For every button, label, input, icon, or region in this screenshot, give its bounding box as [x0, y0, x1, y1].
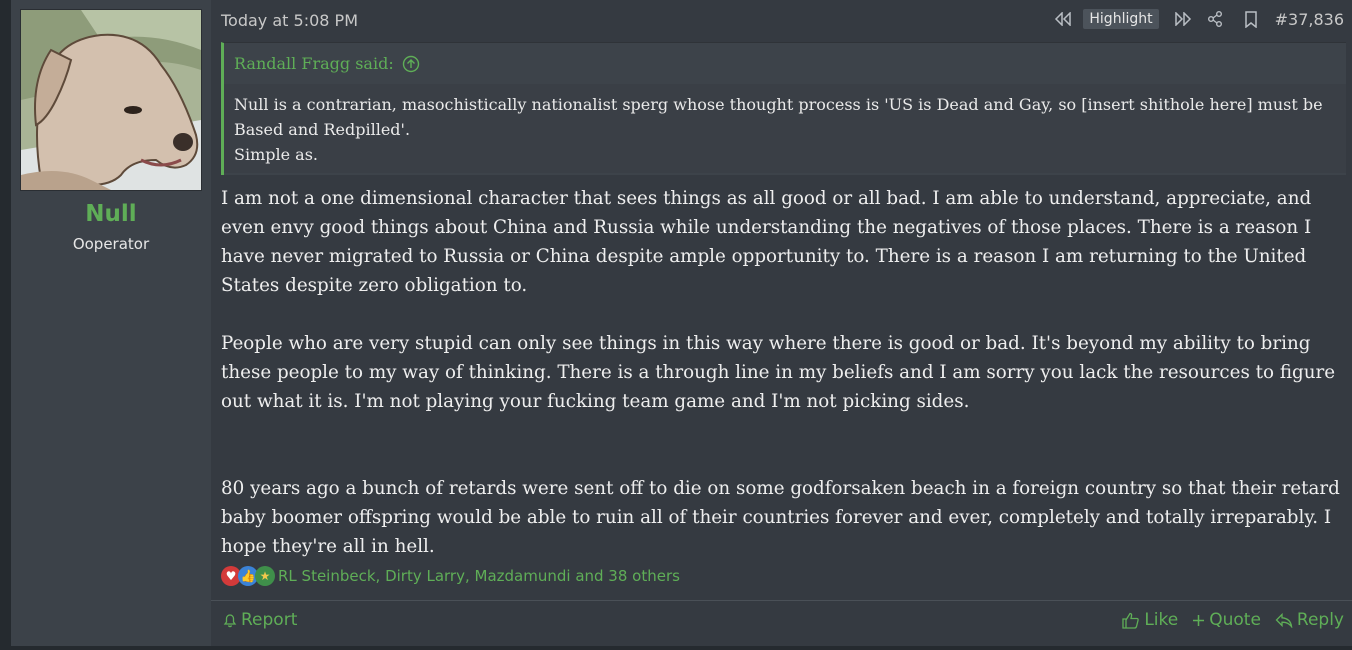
- avatar[interactable]: [20, 9, 202, 191]
- like-button[interactable]: Like: [1122, 610, 1178, 630]
- post-header: Today at 5:08 PM Highlight #37,836: [221, 9, 1344, 33]
- medal-icon: ★: [255, 566, 275, 586]
- quote-line: Based and Redpilled'.: [234, 120, 411, 139]
- fast-forward-icon[interactable]: [1173, 9, 1193, 29]
- post-date[interactable]: Today at 5:08 PM: [221, 11, 358, 30]
- reply-arrow-icon: [1275, 612, 1293, 628]
- quote-header: Randall Fragg said:: [224, 43, 1346, 84]
- footer-right: Like Quote Reply: [1108, 610, 1344, 630]
- paragraph-spacer: [221, 416, 1346, 474]
- reply-button[interactable]: Reply: [1275, 610, 1344, 630]
- share-icon[interactable]: [1205, 9, 1225, 29]
- quote-line: Simple as.: [234, 145, 318, 164]
- username[interactable]: Null: [85, 201, 136, 227]
- bell-icon: [223, 612, 237, 628]
- quote-button[interactable]: Quote: [1192, 610, 1261, 630]
- message-paragraph: I am not a one dimensional character tha…: [221, 188, 1312, 296]
- thumbs-up-outline-icon: [1122, 612, 1140, 629]
- reply-label: Reply: [1296, 610, 1344, 630]
- bookmark-icon[interactable]: [1241, 9, 1261, 29]
- header-actions: Highlight #37,836: [1053, 9, 1344, 29]
- highlight-button[interactable]: Highlight: [1083, 9, 1159, 29]
- rewind-icon[interactable]: [1053, 9, 1073, 29]
- report-label: Report: [241, 610, 298, 630]
- arrow-up-circle-icon[interactable]: [402, 55, 420, 73]
- message-post: Null Ooperator Today at 5:08 PM Highligh…: [11, 0, 1352, 646]
- footer-left: Report: [223, 610, 297, 630]
- reaction-icons[interactable]: ♥ 👍 ★: [221, 566, 275, 586]
- plus-icon: [1192, 614, 1205, 627]
- reactions-bar: ♥ 👍 ★ RL Steinbeck, Dirty Larry, Mazdamu…: [221, 566, 680, 586]
- quote-author[interactable]: Randall Fragg said:: [234, 54, 394, 73]
- paragraph-spacer: [221, 300, 1346, 329]
- message-main: Today at 5:08 PM Highlight #37,836 Randa…: [211, 0, 1352, 646]
- user-title: Ooperator: [72, 235, 150, 253]
- quote-block: Randall Fragg said: Null is a contrarian…: [221, 42, 1346, 175]
- quote-line: Null is a contrarian, masochistically na…: [234, 95, 1323, 114]
- quote-body: Null is a contrarian, masochistically na…: [224, 84, 1346, 173]
- report-button[interactable]: Report: [223, 610, 297, 630]
- user-sidebar: Null Ooperator: [11, 0, 211, 646]
- message-body: I am not a one dimensional character tha…: [221, 184, 1346, 561]
- message-paragraph: People who are very stupid can only see …: [221, 333, 1336, 412]
- message-paragraph: 80 years ago a bunch of retards were sen…: [221, 478, 1340, 557]
- like-label: Like: [1144, 610, 1179, 630]
- quote-label: Quote: [1209, 610, 1261, 630]
- reaction-users[interactable]: RL Steinbeck, Dirty Larry, Mazdamundi an…: [278, 567, 680, 585]
- post-number[interactable]: #37,836: [1275, 10, 1344, 29]
- post-footer: Report Like Quote Reply: [211, 600, 1352, 641]
